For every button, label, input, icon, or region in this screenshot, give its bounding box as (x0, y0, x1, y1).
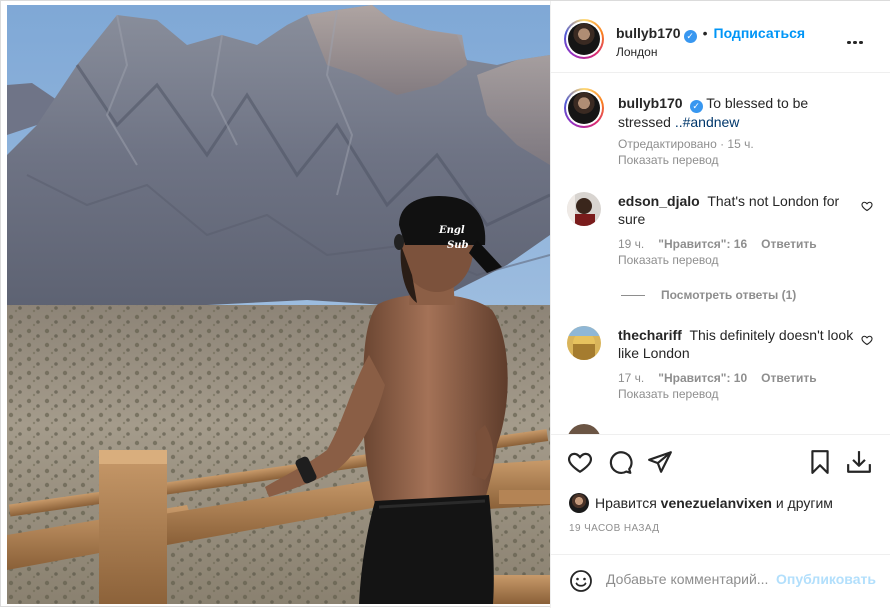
liker-avatar[interactable] (569, 493, 589, 513)
comment-text: edson_djalo That's not London for sure (618, 192, 858, 228)
view-replies-button[interactable]: Посмотреть ответы (1) (621, 288, 796, 302)
comment-likes[interactable]: "Нравится": 16 (658, 237, 747, 251)
verified-icon: ✓ (683, 30, 697, 43)
comments-section[interactable]: bullyb170 ✓ To blessed to be stressed ..#… (551, 74, 890, 434)
replies-divider (621, 295, 645, 297)
caption-item: bullyb170 ✓ To blessed to be stressed ..#… (551, 74, 890, 184)
caption-text: bullyb170 ✓ To blessed to be stressed ..#… (618, 94, 858, 131)
caption-hashtag[interactable]: ..#andnew (675, 114, 740, 130)
likes-summary: Нравится venezuelanvixen и другим (569, 493, 833, 513)
comment-translate-link[interactable]: Показать перевод (618, 387, 719, 401)
emoji-icon[interactable] (569, 569, 593, 593)
reply-button[interactable]: Ответить (761, 371, 816, 385)
comment-time: 19 ч. (618, 237, 645, 251)
author-username[interactable]: bullyb170 (616, 25, 681, 41)
post-image: Engl Sub (7, 5, 550, 604)
author-avatar[interactable] (564, 19, 604, 59)
likes-suffix: и другим (775, 495, 833, 511)
reply-button[interactable]: Ответить (761, 237, 816, 251)
separator-dot: • (702, 25, 708, 41)
publish-button[interactable]: Опубликовать (776, 571, 876, 587)
share-icon[interactable] (647, 449, 673, 475)
comment-item: thechariff This definitely doesn't look … (551, 318, 890, 434)
comment-avatar[interactable] (567, 326, 601, 360)
action-bar: Нравится venezuelanvixen и другим 19 ЧАС… (551, 434, 890, 554)
comment-input[interactable] (606, 571, 771, 587)
post-header: bullyb170 ✓ • Подписаться Лондон (551, 1, 890, 73)
liker-username[interactable]: venezuelanvixen (661, 495, 772, 511)
svg-text:Engl: Engl (438, 225, 465, 236)
post-location[interactable]: Лондон (616, 45, 657, 59)
post-timestamp: 19 ЧАСОВ НАЗАД (569, 523, 660, 534)
caption-avatar[interactable] (564, 88, 604, 128)
comment-text: thechariff This definitely doesn't look … (618, 326, 858, 362)
comment-icon[interactable] (607, 449, 633, 475)
more-icon[interactable] (847, 31, 869, 45)
comment-translate-link[interactable]: Показать перевод (618, 253, 719, 267)
bookmark-icon[interactable] (807, 449, 833, 475)
caption-translate-link[interactable]: Показать перевод (618, 153, 719, 167)
comment-likes[interactable]: "Нравится": 10 (658, 371, 747, 385)
heart-icon[interactable] (567, 449, 593, 475)
comment-item: edson_djalo That's not London for sure 1… (551, 184, 890, 314)
svg-text:Sub: Sub (447, 240, 468, 251)
comment-username[interactable]: thechariff (618, 327, 682, 343)
author-line: bullyb170 ✓ • Подписаться (616, 25, 805, 43)
post-photo[interactable]: Engl Sub (7, 5, 550, 604)
comment-avatar[interactable] (567, 192, 601, 226)
comment-meta: 19 ч. "Нравится": 16 Ответить (618, 237, 831, 251)
instagram-post-modal: Engl Sub bullyb170 ✓ • Подписаться Лондон (0, 0, 890, 608)
caption-edited: Отредактировано · 15 ч. (618, 137, 754, 151)
verified-icon: ✓ (689, 100, 703, 113)
add-comment-bar: Опубликовать (551, 554, 890, 608)
likes-prefix: Нравится (595, 495, 657, 511)
caption-username[interactable]: bullyb170 (618, 95, 683, 111)
post-side-panel: bullyb170 ✓ • Подписаться Лондон bullyb170 ✓… (550, 1, 890, 608)
download-icon[interactable] (846, 449, 872, 475)
comment-username[interactable]: edson_djalo (618, 193, 700, 209)
comment-like-icon[interactable] (861, 334, 873, 346)
follow-button[interactable]: Подписаться (714, 25, 806, 41)
view-replies-label: Посмотреть ответы (1) (661, 288, 797, 302)
comment-time: 17 ч. (618, 371, 645, 385)
comment-like-icon[interactable] (861, 200, 873, 212)
comment-meta: 17 ч. "Нравится": 10 Ответить (618, 371, 831, 385)
